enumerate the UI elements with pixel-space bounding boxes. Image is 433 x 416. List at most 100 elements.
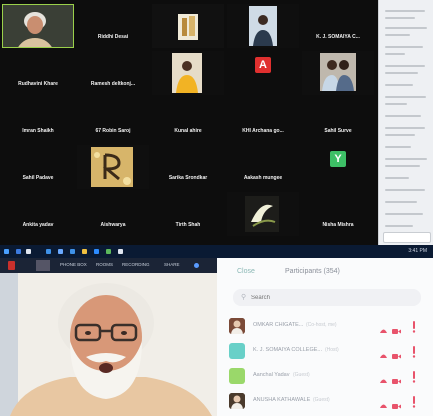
participant-name: Sarika Srondkar (168, 175, 208, 181)
participant-name: Ramesh deltkonj... (90, 81, 136, 87)
search-icon: ⚲ (241, 294, 247, 301)
participant-name: Ankita yadav (22, 222, 54, 228)
participant-tile[interactable] (2, 4, 74, 48)
participant-tile[interactable] (152, 4, 224, 48)
participants-panel: Close Participants (354) ⚲ OMKAR CHIGATE… (217, 258, 433, 416)
participant-tile[interactable]: Aakash mungee (227, 145, 299, 189)
participant-video (3, 5, 73, 47)
participant-tile[interactable]: Tirth Shah (152, 192, 224, 236)
windows-taskbar: 3:41 PM (0, 245, 433, 258)
participant-tile[interactable]: Nisha Mishra (302, 192, 374, 236)
participant-row[interactable]: K. J. SOMAIYA COLLEGE... (Host) (229, 341, 425, 361)
more-options-icon[interactable] (412, 320, 416, 333)
participant-role: (Host) (325, 347, 339, 353)
participant-tile[interactable] (77, 145, 149, 189)
taskbar-app-icon[interactable] (118, 249, 123, 254)
participant-tile[interactable]: Aishwarya (77, 192, 149, 236)
participant-name: Aakash mungee (243, 175, 283, 181)
mic-muted-icon[interactable] (379, 396, 388, 408)
gallery-screen: Riddhi Desai K. J. SOMAIYA C... Rudhavini … (0, 0, 433, 258)
camera-off-icon[interactable] (392, 347, 401, 359)
participant-row[interactable]: OMKAR CHIGATE... (Co-host, me) (229, 316, 425, 336)
participant-name: Imran Shaikh (22, 128, 54, 134)
participant-tile[interactable]: A (227, 51, 299, 95)
participant-tile[interactable]: K. J. SOMAIYA C... (302, 4, 374, 48)
participant-tile[interactable] (227, 192, 299, 236)
camera-off-icon[interactable] (392, 322, 401, 334)
participant-tile[interactable]: Ankita yadav (2, 192, 74, 236)
participant-tile[interactable]: Y (302, 145, 374, 189)
panel-title: Participants (354) (285, 268, 340, 275)
participant-video (227, 192, 299, 236)
taskbar-app-icon[interactable] (16, 249, 21, 254)
participant-name: 67 Robin Saroj (95, 128, 131, 134)
avatar: Y (330, 151, 346, 167)
speaker-view: PHONE BOX ROOMS RECORDING SHARE (0, 258, 217, 416)
participant-name: ANUSHA KATHAWALE (253, 397, 311, 403)
mic-muted-icon[interactable] (379, 346, 388, 358)
participant-name: OMKAR CHIGATE... (253, 322, 304, 328)
chat-input[interactable] (383, 232, 431, 243)
participant-tile[interactable]: Imran Shaikh (2, 98, 74, 142)
participant-tile[interactable]: Riddhi Desai (77, 4, 149, 48)
participant-row[interactable]: ANUSHA KATHAWALE (Guest) (229, 391, 425, 411)
taskbar-app-icon[interactable] (70, 249, 75, 254)
participant-video (227, 4, 299, 48)
search-input[interactable] (251, 291, 411, 304)
avatar (229, 393, 245, 409)
taskbar-app-icon[interactable] (106, 249, 111, 254)
record-icon[interactable] (8, 261, 15, 270)
participant-tile[interactable] (302, 51, 374, 95)
speaker-video (0, 273, 217, 416)
participant-tile[interactable]: Rudhavini Khare (2, 51, 74, 95)
participant-tile[interactable]: Kunal ahire (152, 98, 224, 142)
more-options-icon[interactable] (412, 395, 416, 408)
participant-name: K. J. SOMAIYA C... (316, 34, 360, 40)
participant-name: Kunal ahire (174, 128, 202, 134)
gallery-view: Riddhi Desai K. J. SOMAIYA C... Rudhavini … (0, 0, 378, 245)
participant-tile[interactable]: Sarika Srondkar (152, 145, 224, 189)
participant-video (152, 51, 224, 95)
participant-name: Aishwarya (100, 222, 126, 228)
taskbar-app-icon[interactable] (26, 249, 31, 254)
taskbar-app-icon[interactable] (58, 249, 63, 254)
mic-muted-icon[interactable] (379, 321, 388, 333)
participant-name: KHI Archana go... (242, 128, 284, 134)
participant-name: Tirth Shah (175, 222, 201, 228)
participant-role: (Guest) (293, 372, 310, 378)
participant-row[interactable]: Aanchal Yadav (Guest) (229, 366, 425, 386)
participant-name: Riddhi Desai (97, 34, 129, 40)
participant-tile[interactable] (227, 4, 299, 48)
taskbar-app-icon[interactable] (82, 249, 87, 254)
participant-tile[interactable]: 67 Robin Saroj (77, 98, 149, 142)
close-button[interactable]: Close (237, 268, 255, 275)
toolbar-item[interactable]: ROOMS (96, 262, 113, 267)
taskbar-app-icon[interactable] (46, 249, 51, 254)
camera-off-icon[interactable] (392, 397, 401, 409)
participant-tile[interactable]: KHI Archana go... (227, 98, 299, 142)
chat-panel[interactable] (378, 0, 433, 245)
self-view-thumbnail (36, 260, 50, 271)
toolbar-item[interactable]: PHONE BOX (60, 262, 87, 267)
participant-tile[interactable]: Sahil Padave (2, 145, 74, 189)
taskbar-clock: 3:41 PM (408, 248, 427, 254)
taskbar-app-icon[interactable] (94, 249, 99, 254)
status-dot (194, 263, 199, 268)
participant-tile[interactable]: Ramesh deltkonj... (77, 51, 149, 95)
toolbar-item[interactable]: RECORDING (122, 262, 150, 267)
participant-name: Rudhavini Khare (18, 81, 58, 87)
camera-off-icon[interactable] (392, 372, 401, 384)
mic-muted-icon[interactable] (379, 371, 388, 383)
toolbar-item[interactable]: SHARE (164, 262, 180, 267)
participant-name: Sahil Padave (22, 175, 54, 181)
start-icon[interactable] (4, 249, 9, 254)
participant-video (302, 51, 374, 95)
participant-name: Nisha Mishra (322, 222, 354, 228)
participant-name: Aanchal Yadav (253, 372, 290, 378)
more-options-icon[interactable] (412, 345, 416, 358)
participant-role: (Guest) (313, 397, 330, 403)
search-box[interactable]: ⚲ (233, 289, 421, 306)
participant-tile[interactable] (152, 51, 224, 95)
participant-tile[interactable]: Sahil Surve (302, 98, 374, 142)
more-options-icon[interactable] (412, 370, 416, 383)
